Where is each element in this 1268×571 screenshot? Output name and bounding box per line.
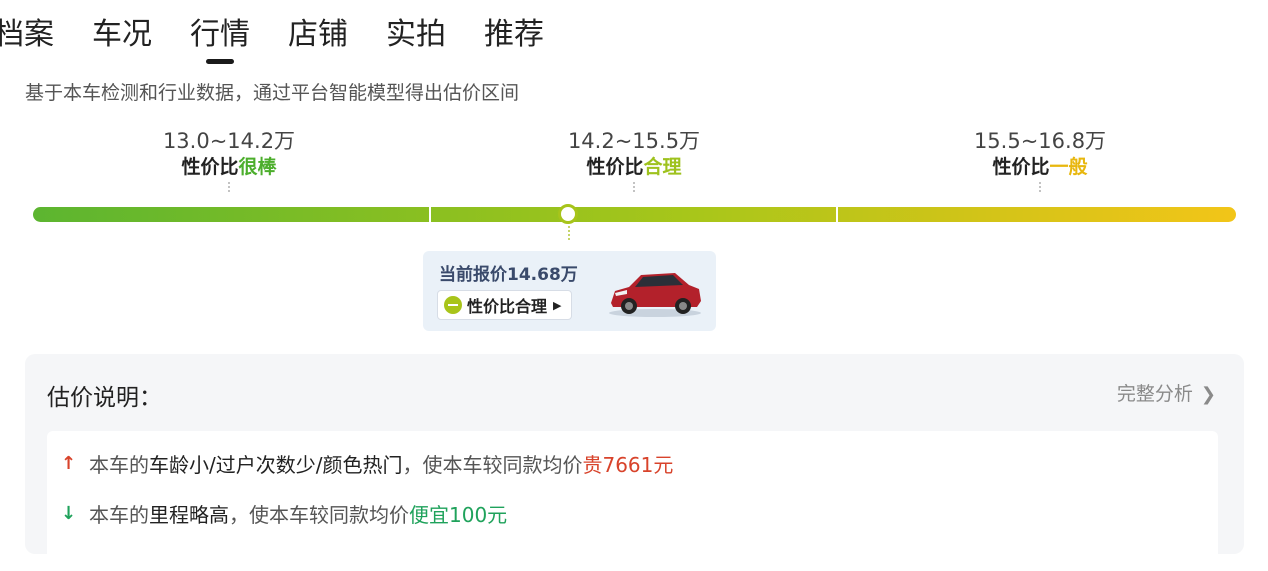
segment-great: 13.0~14.2万 性价比很棒 xyxy=(99,128,359,192)
tab-condition[interactable]: 车况 xyxy=(92,14,152,56)
segment-range: 15.5~16.8万 xyxy=(973,129,1107,153)
tab-recommend[interactable]: 推荐 xyxy=(484,14,544,56)
segment-verdict: 性价比很棒 xyxy=(181,156,277,178)
segment-tick xyxy=(633,182,635,192)
chevron-right-icon: ❯ xyxy=(1200,384,1216,405)
price-range-bar xyxy=(33,207,1236,222)
segment-verdict: 性价比一般 xyxy=(992,156,1088,178)
tab-bar: 档案 车况 行情 店铺 实拍 推荐 xyxy=(0,14,582,64)
neutral-face-icon xyxy=(444,296,462,314)
tab-store[interactable]: 店铺 xyxy=(288,14,348,56)
car-thumbnail-icon xyxy=(609,273,701,317)
segment-tick xyxy=(1039,182,1041,192)
segment-fair: 14.2~15.5万 性价比合理 xyxy=(504,128,764,192)
bar-divider xyxy=(429,207,431,222)
arrow-down-icon: ↓ xyxy=(61,503,77,524)
segment-verdict: 性价比合理 xyxy=(586,156,682,178)
explanation-title: 估价说明： xyxy=(47,385,162,411)
arrow-up-icon: ↑ xyxy=(61,453,77,474)
full-analysis-link[interactable]: 完整分析 ❯ xyxy=(1117,379,1216,406)
valuation-explanation-panel: 估价说明： 完整分析 ❯ ↑ 本车的 车龄小/过户次数少/颜色热门 ，使本车较同款均价… xyxy=(25,354,1244,571)
valuation-intro: 基于本车检测和行业数据，通过平台智能模型得出估价区间 xyxy=(25,82,520,104)
value-rating-button[interactable]: 性价比合理 ▶ xyxy=(437,290,573,320)
play-arrow-icon: ▶ xyxy=(553,298,562,312)
current-price-marker xyxy=(558,204,578,224)
current-price-label: 当前报价14.68万 xyxy=(439,265,578,285)
reason-item: ↑ 本车的 车龄小/过户次数少/颜色热门 ，使本车较同款均价 贵7661元 xyxy=(61,453,674,477)
marker-stem xyxy=(568,226,570,240)
segment-tick xyxy=(228,182,230,192)
tab-market[interactable]: 行情 xyxy=(190,14,250,64)
segment-average: 15.5~16.8万 性价比一般 xyxy=(910,128,1170,192)
segment-range: 13.0~14.2万 xyxy=(162,129,296,153)
reasons-list: ↑ 本车的 车龄小/过户次数少/颜色热门 ，使本车较同款均价 贵7661元 ↓ 本车的… xyxy=(47,431,1218,571)
reason-item: ↓ 本车的 里程略高 ，使本车较同款均价 便宜100元 xyxy=(61,503,508,527)
bar-divider xyxy=(836,207,838,222)
value-rating-label: 性价比合理 xyxy=(467,297,548,316)
tab-photos[interactable]: 实拍 xyxy=(386,14,446,56)
segment-range: 14.2~15.5万 xyxy=(567,129,701,153)
tab-archive[interactable]: 档案 xyxy=(0,14,54,56)
current-price-card: 当前报价14.68万 性价比合理 ▶ xyxy=(423,251,716,331)
